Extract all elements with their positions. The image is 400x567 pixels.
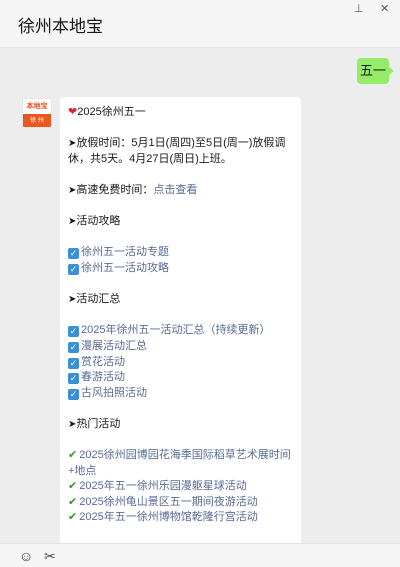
title-bar: 徐州本地宝 ⊥ ✕ (0, 0, 400, 48)
close-icon[interactable]: ✕ (380, 2, 389, 16)
hot-link[interactable]: 2025徐州园博园花海季国际稻草艺术展时间+地点 (68, 449, 291, 477)
avatar-logo-text: 本地宝 (23, 99, 51, 114)
checkmark-icon: ✔ (68, 511, 78, 524)
checkbox-icon: ✓ (68, 357, 79, 369)
avatar-city-text: 徐 州 (23, 114, 51, 127)
highway-link[interactable]: 点击查看 (153, 184, 197, 196)
hot-link[interactable]: 2025徐州龟山景区五一期间夜游活动 (79, 496, 257, 508)
checkbox-icon: ✓ (68, 248, 79, 260)
list-item[interactable]: ✓ 古风拍照活动 (68, 386, 294, 402)
list-item[interactable]: ✓ 2025年徐州五一活动汇总（持续更新） (68, 323, 294, 339)
list-item[interactable]: ✔ 2025徐州龟山景区五一期间夜游活动 (68, 495, 294, 511)
list-item[interactable]: ✔ 2025年五一徐州博物馆乾隆行宫活动 (68, 510, 294, 526)
summary-link[interactable]: 漫展活动汇总 (81, 340, 147, 352)
list-item[interactable]: ✓ 春游活动 (68, 370, 294, 386)
checkbox-icon: ✓ (68, 341, 79, 353)
checkbox-icon: ✓ (68, 388, 79, 400)
hot-link[interactable]: 2025年五一徐州乐园漫躯星球活动 (79, 480, 246, 492)
list-item[interactable]: ✓ 徐州五一活动专题 (68, 245, 294, 261)
list-item[interactable]: ✔ 2025年五一徐州乐园漫躯星球活动 (68, 479, 294, 495)
hot-link[interactable]: 2025年五一徐州博物馆乾隆行宫活动 (79, 511, 257, 523)
guide-link[interactable]: 徐州五一活动专题 (81, 246, 169, 258)
list-item[interactable]: ✓ 漫展活动汇总 (68, 339, 294, 355)
checkmark-icon: ✔ (68, 480, 78, 493)
summary-link[interactable]: 古风拍照活动 (81, 387, 147, 399)
list-item[interactable]: ✓ 徐州五一活动攻略 (68, 261, 294, 277)
summary-section-title: ➤活动汇总 (68, 293, 121, 306)
summary-link[interactable]: 春游活动 (81, 371, 125, 383)
sender-avatar[interactable]: 本地宝 徐 州 (22, 98, 52, 128)
checkmark-icon: ✔ (68, 449, 78, 462)
my-message-bubble[interactable]: 五一 (357, 58, 394, 84)
checkbox-icon: ✓ (68, 263, 79, 275)
emoji-icon[interactable]: ☺ (19, 548, 33, 564)
checkbox-icon: ✓ (68, 326, 79, 338)
list-item[interactable]: ✓ 赏花活动 (68, 355, 294, 371)
list-item[interactable]: ✔ 2025徐州园博园花海季国际稻草艺术展时间+地点 (68, 448, 294, 479)
reply-message-bubble: ❤2025徐州五一 ➤放假时间：5月1日(周四)至5日(周一)放假调休，共5天。… (60, 97, 301, 547)
reply-header: ❤2025徐州五一 (68, 106, 146, 118)
input-toolbar: ☺ ✂ (0, 543, 400, 567)
pin-icon[interactable]: ⊥ (354, 2, 364, 16)
guide-link[interactable]: 徐州五一活动攻略 (81, 262, 169, 274)
guide-section-title: ➤活动攻略 (68, 215, 121, 228)
scissors-icon[interactable]: ✂ (44, 548, 56, 564)
checkbox-icon: ✓ (68, 373, 79, 385)
chat-title: 徐州本地宝 (18, 17, 103, 36)
summary-link[interactable]: 赏花活动 (81, 356, 125, 368)
hot-section-title: ➤热门活动 (68, 417, 121, 430)
summary-link[interactable]: 2025年徐州五一活动汇总（持续更新） (81, 324, 270, 336)
checkmark-icon: ✔ (68, 495, 78, 508)
highway-info: ➤高速免费时间：点击查看 (68, 183, 198, 196)
holiday-info: ➤放假时间：5月1日(周四)至5日(周一)放假调休，共5天。4月27日(周日)上… (68, 137, 286, 165)
heart-icon: ❤ (68, 106, 78, 118)
